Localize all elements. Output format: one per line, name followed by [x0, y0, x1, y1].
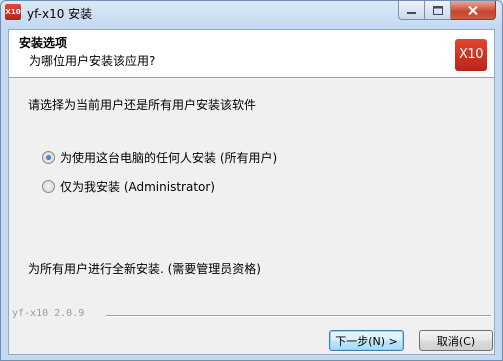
divider-line	[106, 315, 491, 317]
page-title: 安装选项	[19, 36, 68, 50]
installer-window: X10 yf-x10 安装 安装选项 为哪位用户安装该应用? X10 请选择为当…	[0, 0, 503, 361]
header-panel: 安装选项 为哪位用户安装该应用? X10	[9, 30, 494, 78]
page-subtitle: 为哪位用户安装该应用?	[29, 54, 156, 68]
close-button[interactable]	[451, 1, 496, 20]
minimize-icon	[407, 11, 416, 14]
option-all-users[interactable]: 为使用这台电脑的任何人安装 (所有用户)	[42, 149, 277, 166]
option-current-user-label[interactable]: 仅为我安装 (Administrator)	[60, 178, 215, 195]
maximize-button[interactable]	[425, 1, 451, 20]
maximize-icon	[432, 5, 443, 15]
next-button[interactable]: 下一步(N) >	[329, 330, 404, 351]
install-note: 为所有用户进行全新安装. (需要管理员资格)	[28, 262, 261, 276]
install-scope-prompt: 请选择为当前用户还是所有用户安装该软件	[28, 98, 257, 112]
close-icon	[468, 5, 478, 15]
title-bar[interactable]: X10 yf-x10 安装	[1, 1, 502, 25]
option-current-user[interactable]: 仅为我安装 (Administrator)	[42, 178, 215, 195]
cancel-button[interactable]: 取消(C)	[419, 330, 493, 351]
dialog-client-area: 安装选项 为哪位用户安装该应用? X10 请选择为当前用户还是所有用户安装该软件…	[8, 29, 495, 355]
version-label: yf-x10 2.0.9	[12, 308, 85, 319]
radio-current-user[interactable]	[42, 180, 55, 193]
branding-divider: yf-x10 2.0.9	[12, 308, 491, 322]
radio-all-users[interactable]	[42, 151, 55, 164]
window-title: yf-x10 安装	[27, 7, 93, 21]
option-all-users-label[interactable]: 为使用这台电脑的任何人安装 (所有用户)	[60, 149, 277, 166]
app-icon: X10	[5, 4, 21, 20]
minimize-button[interactable]	[398, 1, 425, 20]
product-logo: X10	[455, 39, 487, 71]
caption-buttons	[398, 1, 496, 20]
